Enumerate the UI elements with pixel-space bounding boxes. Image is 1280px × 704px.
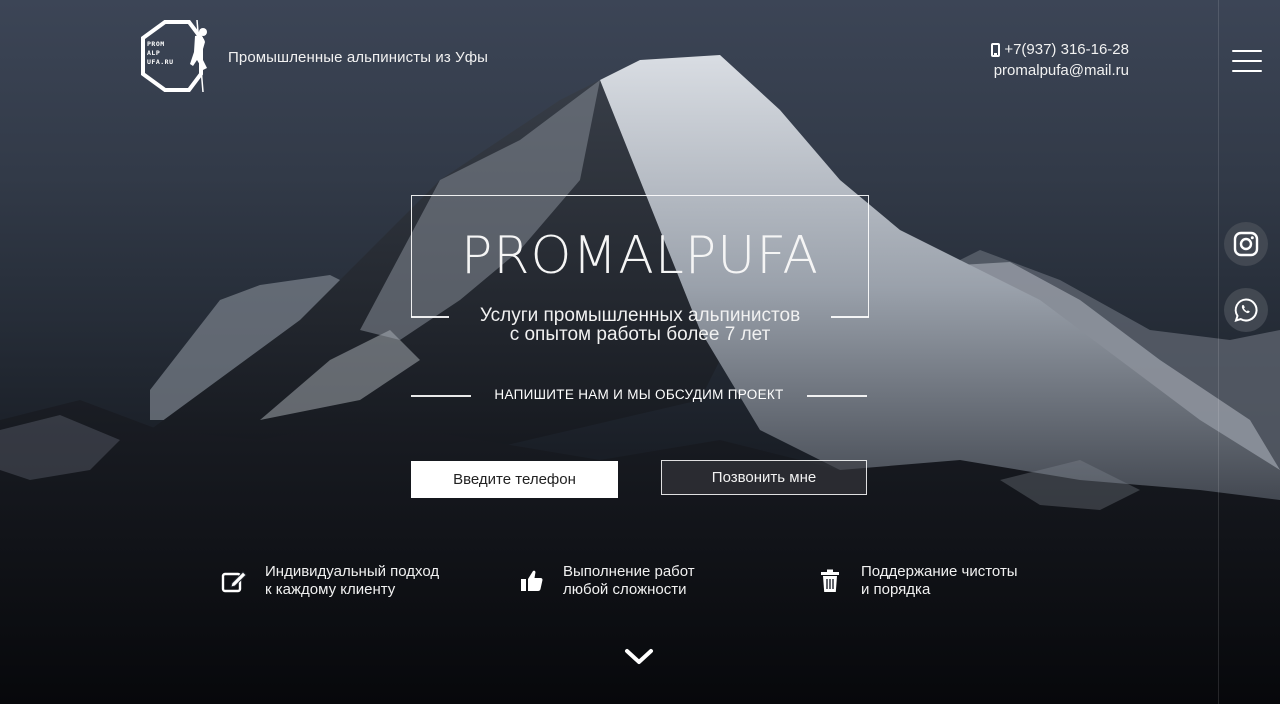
hero-subtitle-line-1: Услуги промышленных альпинистов <box>479 305 801 326</box>
email-link[interactable]: promalpufa@mail.ru <box>991 60 1129 81</box>
trash-icon <box>821 569 839 592</box>
phone-input[interactable] <box>411 461 618 498</box>
hamburger-menu-icon[interactable] <box>1232 48 1262 74</box>
feature-cleanliness: Поддержание чистоты и порядка <box>817 563 1018 599</box>
contacts: +7(937) 316-16-28 promalpufa@mail.ru <box>991 39 1129 81</box>
call-me-button[interactable]: Позвонить мне <box>661 460 867 495</box>
phone-icon <box>991 42 1001 57</box>
phone-number[interactable]: +7(937) 316-16-28 <box>1004 39 1129 60</box>
edit-icon <box>221 571 247 593</box>
feature-individual-approach: Индивидуальный подход к каждому клиенту <box>221 563 439 599</box>
logo-text: PROM ALP UFA.RU <box>147 40 174 66</box>
hero-subtitle: Услуги промышленных альпинистов с опытом… <box>400 306 880 344</box>
phone-row[interactable]: +7(937) 316-16-28 <box>991 39 1129 60</box>
feature-any-complexity: Выполнение работ любой сложности <box>519 563 695 599</box>
sidebar-divider <box>1218 0 1219 704</box>
logo[interactable]: PROM ALP UFA.RU <box>137 16 217 96</box>
whatsapp-button[interactable] <box>1224 288 1268 332</box>
brand-title: PROMALPUFA <box>461 226 819 286</box>
feature-text: Выполнение работ любой сложности <box>563 563 695 598</box>
site-tagline: Промышленные альпинисты из Уфы <box>228 49 489 66</box>
cta-heading: НАПИШИТЕ НАМ И МЫ ОБСУДИМ ПРОЕКТ <box>411 384 867 406</box>
feature-text: Индивидуальный подход к каждому клиенту <box>265 563 440 598</box>
cta-text: НАПИШИТЕ НАМ И МЫ ОБСУДИМ ПРОЕКТ <box>494 387 784 402</box>
cta-line-right <box>807 395 867 397</box>
scroll-down-chevron-icon[interactable] <box>624 647 654 667</box>
instagram-icon <box>1233 231 1259 257</box>
hero-subtitle-line-2: с опытом работы более 7 лет <box>509 324 771 345</box>
whatsapp-icon <box>1234 298 1258 322</box>
thumbs-up-icon <box>521 570 543 591</box>
instagram-button[interactable] <box>1224 222 1268 266</box>
feature-text: Поддержание чистоты и порядка <box>861 563 1018 598</box>
